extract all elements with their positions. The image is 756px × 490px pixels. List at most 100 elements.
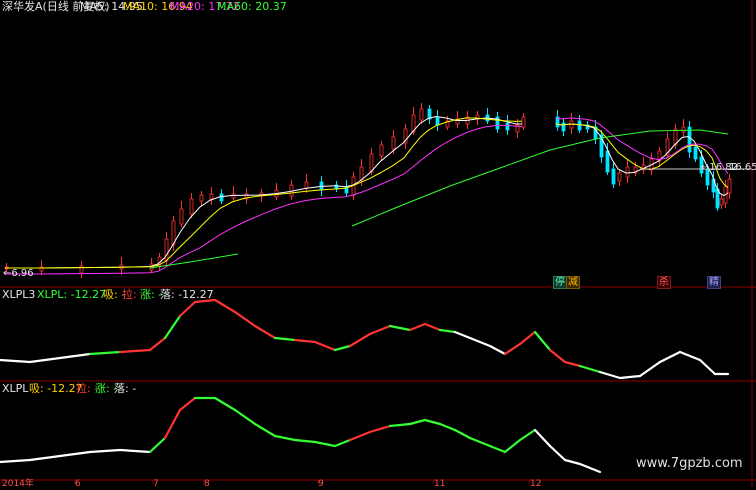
candle-body — [199, 194, 204, 202]
moving-averages-group — [5, 115, 729, 275]
candle-body — [715, 188, 720, 209]
xlpl-xi-value: 吸: -12.27 — [29, 382, 83, 395]
xlpl3-curve — [678, 350, 702, 362]
candle-body — [179, 208, 184, 225]
xlpl-curve — [548, 444, 567, 462]
xlpl3-curve — [408, 322, 427, 332]
candle-body — [727, 178, 732, 194]
xlpl3-curve — [163, 314, 182, 340]
xlpl3-curve — [388, 324, 412, 332]
xlpl-curve — [273, 434, 297, 442]
xlpl-curve — [163, 408, 182, 440]
ma60-readout: MA60: 20.37 — [217, 0, 287, 13]
xlpl-luo-value: 落: - — [114, 382, 137, 395]
xlpl3-curve — [563, 360, 582, 368]
candle-body — [605, 150, 610, 173]
xlpl3-curve — [578, 364, 602, 374]
xlpl3-curve — [0, 358, 32, 364]
candle-body — [231, 193, 236, 199]
xlpl3-curve — [488, 344, 507, 356]
xlpl3-curve — [658, 350, 682, 364]
candle-body — [379, 144, 384, 157]
xlpl3-curve — [518, 330, 537, 346]
signal-tag-kill: 杀 — [657, 276, 671, 289]
xlpl3-curve — [333, 344, 352, 352]
ma60-line — [351, 129, 729, 227]
watermark: www.7gpzb.com — [636, 456, 743, 471]
xlpl-curve — [58, 450, 92, 458]
xlpl3-curve — [178, 300, 197, 318]
candle-body — [617, 172, 622, 182]
time-axis-month-1: 6 — [75, 479, 81, 489]
time-axis-ticks — [1, 480, 531, 484]
xlpl-curve — [293, 438, 317, 444]
xlpl-curve — [563, 458, 582, 466]
xlpl-curve — [368, 424, 392, 434]
candles-group — [4, 103, 732, 278]
xlpl3-curve — [273, 336, 297, 342]
xlpl-curve — [408, 418, 427, 426]
xlpl3-curve — [548, 348, 567, 364]
candle-body — [164, 238, 169, 262]
xlpl3-curve — [233, 310, 257, 328]
ma5-line — [5, 115, 522, 269]
xlpl-curve — [313, 440, 337, 448]
xlpl3-curve — [368, 324, 392, 336]
signal-tag-reduce: 减 — [566, 276, 580, 289]
xlpl-curve — [438, 422, 457, 432]
ma20-line — [5, 124, 523, 275]
candle-body — [359, 166, 364, 181]
xlpl-curve — [468, 436, 492, 448]
xlpl-title: XLPL — [2, 382, 29, 395]
xlpl3-curve — [213, 298, 237, 314]
signal-tag-stop: 停 — [553, 276, 567, 289]
xlpl-curve — [233, 408, 257, 426]
candle-body — [419, 108, 424, 121]
xlpl-curve — [88, 448, 122, 454]
xlpl3-curve — [438, 328, 457, 334]
candle-body — [625, 166, 630, 178]
xlpl-curve — [423, 418, 442, 426]
xlpl3-zhang-value: 涨: - — [140, 288, 163, 301]
candle-body — [681, 126, 686, 133]
candle-body — [693, 146, 698, 160]
candlestick-chart-canvas — [0, 0, 756, 487]
xlpl-curve — [28, 454, 62, 462]
candle-body — [719, 198, 724, 206]
xlpl3-curve — [148, 336, 167, 352]
time-axis-month-3: 8 — [204, 479, 210, 489]
xlpl-curve — [518, 428, 537, 442]
candle-body — [687, 126, 692, 153]
candle-body — [611, 168, 616, 185]
candle-body — [505, 122, 510, 131]
xlpl3-curve — [503, 342, 522, 356]
low-price-value: 6.96 — [11, 268, 34, 279]
xlpl-curve — [348, 430, 372, 442]
xlpl3-curve — [533, 330, 552, 352]
candle-body — [435, 116, 440, 126]
xlpl3-luo-value: 落: -12.27 — [160, 288, 214, 301]
xlpl-curve — [253, 422, 277, 438]
xlpl3-curve — [88, 350, 122, 356]
xlpl-curve — [578, 462, 602, 474]
candle-body — [209, 193, 214, 200]
xlpl3-curve — [58, 352, 92, 360]
time-axis-month-5: 11 — [434, 479, 446, 489]
xlpl-curve — [178, 396, 197, 412]
time-axis-year: 2014年 — [2, 479, 34, 489]
candle-body — [577, 120, 582, 131]
xlpl3-curve — [468, 336, 492, 348]
time-axis-month-4: 9 — [318, 479, 324, 489]
xlpl-curve — [488, 444, 507, 454]
candle-body — [189, 198, 194, 215]
xlpl-curve — [148, 436, 167, 454]
xlpl3-curve — [118, 348, 152, 354]
xlpl3-curve — [618, 374, 642, 380]
signal-tag-fine: 精 — [707, 276, 721, 289]
xlpl3-title: XLPL3 — [2, 288, 36, 301]
xlpl-curve — [453, 428, 472, 440]
xlpl-curve — [118, 448, 152, 454]
current-price-b: 16.65 — [729, 162, 756, 173]
candle-body — [521, 116, 526, 128]
time-axis-month-2: 7 — [153, 479, 159, 489]
